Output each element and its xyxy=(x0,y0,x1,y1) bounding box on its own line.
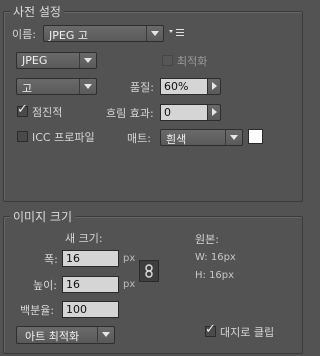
matte-label: 매트: xyxy=(127,132,151,145)
blur-slider-button[interactable] xyxy=(207,104,221,121)
width-unit: px xyxy=(123,253,136,264)
clip-to-artboard-label: 대지로 클립 xyxy=(220,326,275,339)
height-unit: px xyxy=(123,279,136,290)
height-label: 높이: xyxy=(33,279,57,292)
original-label: 원본: xyxy=(195,233,219,246)
icc-profile-checkbox[interactable] xyxy=(17,131,28,142)
percent-value: 100 xyxy=(66,303,87,316)
optimize-label: 최적화 xyxy=(177,55,208,68)
progressive-label: 점진적 xyxy=(32,106,63,119)
width-input[interactable]: 16 xyxy=(62,250,119,267)
matte-color-swatch[interactable] xyxy=(248,129,263,144)
constrain-proportions-button[interactable] xyxy=(139,260,159,282)
quality-input[interactable]: 60% xyxy=(160,78,208,95)
matte-value: 흰색 xyxy=(166,133,187,146)
blur-value: 0 xyxy=(164,106,171,119)
original-width: W: 16px xyxy=(195,252,236,263)
file-format-value: JPEG xyxy=(22,54,48,67)
blur-input[interactable]: 0 xyxy=(160,104,208,121)
preset-menu-icon[interactable] xyxy=(168,26,186,40)
blur-label: 흐림 효과: xyxy=(106,107,154,120)
new-size-label: 새 크기: xyxy=(65,232,103,245)
matte-dropdown[interactable]: 흰색 xyxy=(160,129,243,146)
link-icon xyxy=(145,264,153,278)
quality-preset-dropdown[interactable]: 고 xyxy=(16,78,97,95)
file-format-dropdown[interactable]: JPEG xyxy=(16,52,97,69)
width-label: 폭: xyxy=(44,253,58,266)
resample-dropdown[interactable]: 아트 최적화 xyxy=(16,326,115,344)
chevron-down-icon xyxy=(79,53,96,68)
quality-label: 품질: xyxy=(130,81,154,94)
chevron-down-icon xyxy=(225,130,242,145)
percent-input[interactable]: 100 xyxy=(62,301,119,318)
menu-list-icon xyxy=(169,29,184,36)
chevron-down-icon xyxy=(97,327,114,342)
quality-preset-value: 고 xyxy=(22,82,33,95)
preset-name-dropdown[interactable]: JPEG 고 xyxy=(43,25,164,42)
original-height: H: 16px xyxy=(195,270,235,281)
preset-legend: 사전 설정 xyxy=(10,3,64,20)
checkmark-icon: ✓ xyxy=(17,102,28,117)
checkmark-icon: ✓ xyxy=(205,322,216,337)
resample-value: 아트 최적화 xyxy=(25,330,80,343)
optimize-checkbox[interactable] xyxy=(162,55,173,66)
quality-slider-button[interactable] xyxy=(207,78,221,95)
icc-profile-label: ICC 프로파일 xyxy=(32,131,95,144)
percent-label: 백분율: xyxy=(20,304,55,317)
height-input[interactable]: 16 xyxy=(62,276,119,293)
chevron-down-icon xyxy=(79,79,96,94)
name-label: 이름: xyxy=(12,28,36,41)
preset-name-value: JPEG 고 xyxy=(49,29,88,42)
image-size-legend: 이미지 크기 xyxy=(10,208,76,225)
quality-value: 60% xyxy=(164,80,189,93)
width-value: 16 xyxy=(66,252,80,265)
chevron-down-icon xyxy=(146,26,163,41)
height-value: 16 xyxy=(66,278,80,291)
